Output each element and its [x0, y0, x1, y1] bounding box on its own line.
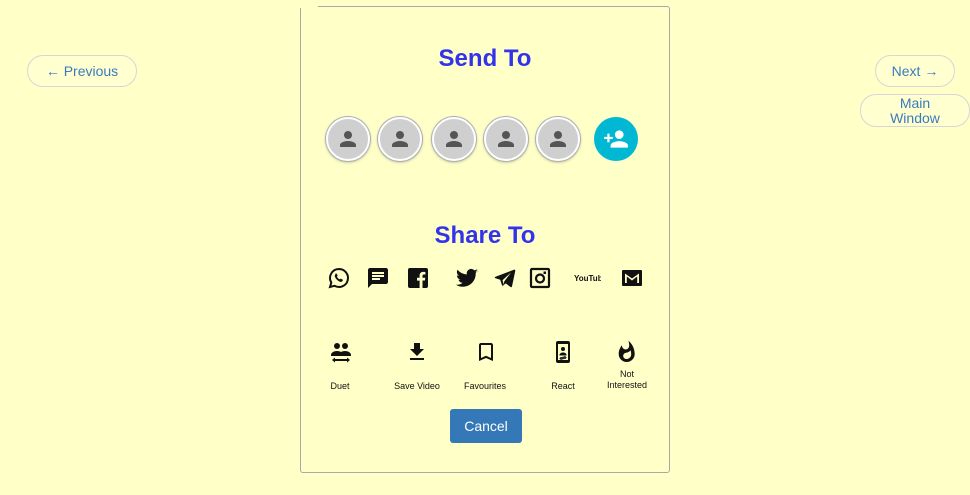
- bookmark-icon[interactable]: [474, 340, 498, 364]
- youtube-icon[interactable]: YouTube: [573, 266, 601, 290]
- not-interested-label: Not Interested: [606, 369, 648, 390]
- contact-avatar-5[interactable]: [536, 117, 580, 161]
- share-to-title: Share To: [434, 222, 536, 249]
- main-window-button[interactable]: Main Window: [860, 94, 970, 127]
- person-icon: [498, 131, 514, 147]
- whatsapp-icon[interactable]: [327, 266, 351, 290]
- contact-avatar-3[interactable]: [432, 117, 476, 161]
- react-label: React: [551, 381, 575, 391]
- person-icon: [340, 131, 356, 147]
- person-icon: [446, 131, 462, 147]
- send-to-title: Send To: [438, 45, 532, 72]
- contact-avatar-2[interactable]: [378, 117, 422, 161]
- panel-notch: [300, 5, 318, 8]
- twitter-icon[interactable]: [455, 266, 479, 290]
- person-icon: [392, 131, 408, 147]
- previous-button[interactable]: ← Previous: [27, 55, 137, 87]
- cancel-button[interactable]: Cancel: [450, 409, 522, 443]
- facebook-icon[interactable]: [406, 266, 430, 290]
- duet-label: Duet: [330, 381, 350, 391]
- sms-message-icon[interactable]: [366, 266, 390, 290]
- duet-icon[interactable]: [329, 340, 353, 364]
- gmail-icon[interactable]: [620, 266, 644, 290]
- person-icon: [550, 131, 566, 147]
- contact-avatar-1[interactable]: [326, 117, 370, 161]
- telegram-icon[interactable]: [493, 266, 517, 290]
- svg-text:YouTube: YouTube: [574, 274, 601, 283]
- instagram-icon[interactable]: [528, 266, 552, 290]
- react-phone-icon[interactable]: [551, 340, 575, 364]
- next-button[interactable]: Next →: [875, 55, 955, 87]
- favourites-label: Favourites: [463, 381, 507, 391]
- download-icon[interactable]: [405, 340, 429, 364]
- fire-icon[interactable]: [615, 340, 639, 364]
- share-dialog: Send To Share To YouTube: [300, 6, 670, 473]
- person-add-icon: [604, 130, 628, 148]
- add-contact-button[interactable]: [594, 117, 638, 161]
- contact-avatar-4[interactable]: [484, 117, 528, 161]
